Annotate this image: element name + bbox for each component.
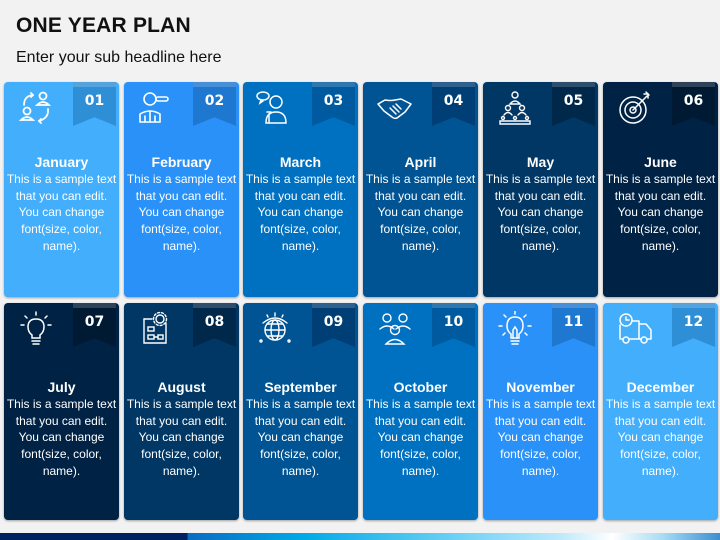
month-card-september[interactable]: 09 September This is a sample text that …: [243, 303, 358, 520]
month-name: September: [264, 379, 337, 395]
decorative-bottom-strip: [0, 533, 720, 540]
page-subtitle: Enter your sub headline here: [16, 49, 222, 66]
month-card-november[interactable]: 11 November This is a sample text that y…: [483, 303, 598, 520]
month-card-august[interactable]: 08 August This is a sample text that you…: [124, 303, 239, 520]
person-idea-speech-icon: [255, 90, 295, 126]
light-bulb-icon: [495, 310, 535, 347]
month-number-badge: 09: [312, 303, 355, 347]
month-name: November: [506, 379, 575, 395]
org-hierarchy-icon: [495, 90, 535, 126]
month-body: This is a sample text that you can edit.…: [365, 172, 476, 253]
month-name: April: [404, 154, 437, 170]
month-name: August: [157, 379, 206, 395]
month-body: This is a sample text that you can edit.…: [126, 172, 237, 253]
month-body: This is a sample text that you can edit.…: [485, 397, 596, 478]
month-text: November This is a sample text that you …: [485, 379, 596, 480]
month-card-july[interactable]: 07 July This is a sample text that you c…: [4, 303, 119, 520]
month-name: March: [279, 154, 322, 170]
month-number-badge: 07: [73, 303, 116, 347]
month-text: December This is a sample text that you …: [605, 379, 716, 480]
delivery-truck-clock-icon: [615, 311, 655, 347]
month-text: October This is a sample text that you c…: [365, 379, 476, 480]
month-number-badge: 12: [672, 303, 715, 347]
month-card-october[interactable]: 10 October This is a sample text that yo…: [363, 303, 478, 520]
light-bulb-icon: [16, 311, 56, 347]
month-card-june[interactable]: 06 June This is a sample text that you c…: [603, 82, 718, 297]
month-card-march[interactable]: 03 March This is a sample text that you …: [243, 82, 358, 297]
month-text: April This is a sample text that you can…: [365, 154, 476, 255]
month-text: June This is a sample text that you can …: [605, 154, 716, 255]
globe-network-icon: [255, 311, 295, 347]
month-body: This is a sample text that you can edit.…: [6, 397, 117, 478]
month-card-december[interactable]: 12 December This is a sample text that y…: [603, 303, 718, 520]
month-body: This is a sample text that you can edit.…: [6, 172, 117, 253]
month-body: This is a sample text that you can edit.…: [605, 397, 716, 478]
page-title: ONE YEAR PLAN: [16, 14, 191, 37]
month-body: This is a sample text that you can edit.…: [485, 172, 596, 253]
month-number-badge: 10: [432, 303, 475, 347]
month-card-may[interactable]: 05 May This is a sample text that you ca…: [483, 82, 598, 297]
month-number-badge: 08: [193, 303, 236, 347]
month-name: October: [393, 379, 448, 395]
month-number-badge: 05: [552, 82, 595, 126]
month-text: March This is a sample text that you can…: [245, 154, 356, 255]
month-number-badge: 02: [193, 82, 236, 126]
businessman-search-icon: [136, 90, 176, 126]
month-name: June: [644, 154, 677, 170]
blueprint-gear-icon: [136, 311, 176, 347]
month-body: This is a sample text that you can edit.…: [245, 397, 356, 478]
month-name: December: [626, 379, 695, 395]
target-icon: [615, 90, 655, 126]
month-number-badge: 03: [312, 82, 355, 126]
month-body: This is a sample text that you can edit.…: [605, 172, 716, 253]
month-text: February This is a sample text that you …: [126, 154, 237, 255]
team-group-icon: [375, 311, 415, 347]
month-card-february[interactable]: 02 February This is a sample text that y…: [124, 82, 239, 297]
month-number-badge: 11: [552, 303, 595, 347]
month-body: This is a sample text that you can edit.…: [126, 397, 237, 478]
month-text: August This is a sample text that you ca…: [126, 379, 237, 480]
month-number-badge: 06: [672, 82, 715, 126]
month-text: January This is a sample text that you c…: [6, 154, 117, 255]
month-body: This is a sample text that you can edit.…: [245, 172, 356, 253]
month-name: May: [526, 154, 555, 170]
month-text: July This is a sample text that you can …: [6, 379, 117, 480]
month-number-badge: 01: [73, 82, 116, 126]
handshake-icon: [375, 90, 415, 126]
month-name: July: [47, 379, 76, 395]
month-number-badge: 04: [432, 82, 475, 126]
month-card-january[interactable]: 01 January This is a sample text that yo…: [4, 82, 119, 297]
month-name: February: [151, 154, 212, 170]
month-text: September This is a sample text that you…: [245, 379, 356, 480]
month-body: This is a sample text that you can edit.…: [365, 397, 476, 478]
people-exchange-icon: [16, 90, 56, 126]
month-card-april[interactable]: 04 April This is a sample text that you …: [363, 82, 478, 297]
month-text: May This is a sample text that you can e…: [485, 154, 596, 255]
month-name: January: [34, 154, 89, 170]
